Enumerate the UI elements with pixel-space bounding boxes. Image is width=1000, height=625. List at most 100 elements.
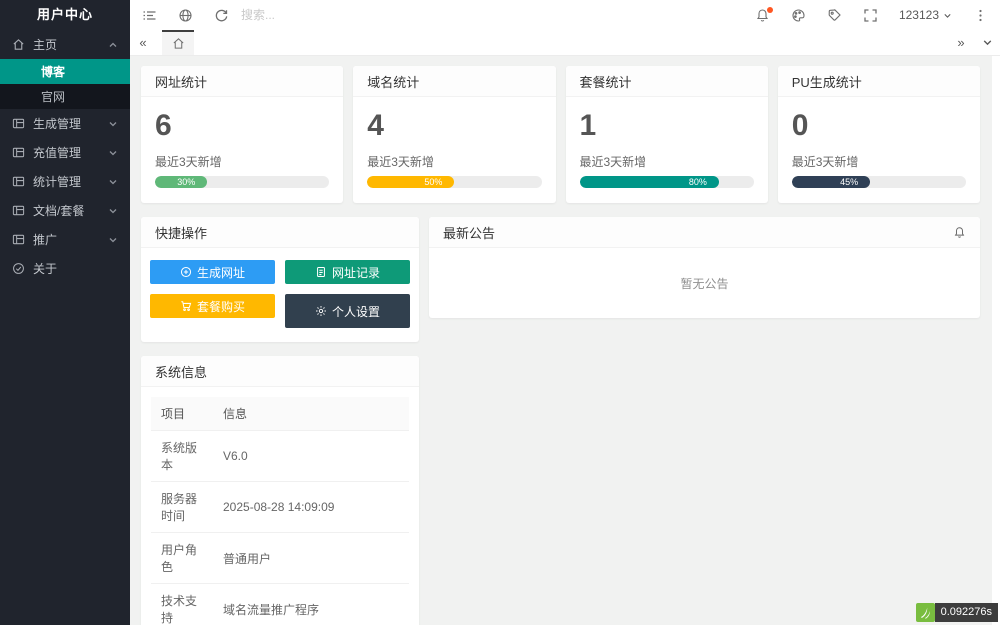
- sidebar-item-label: 关于: [33, 260, 118, 277]
- card-title: 网址统计: [155, 72, 329, 91]
- sidebar-item-label: 推广: [33, 231, 108, 248]
- stat-value: 4: [367, 109, 541, 143]
- home-icon: [172, 37, 185, 50]
- plus-circle-icon: [180, 266, 192, 278]
- progress-bar: 30%: [155, 176, 329, 188]
- tabs-scroll-right-icon[interactable]: »: [948, 35, 974, 50]
- sidebar-menu: 主页 博客 官网 生成管理: [0, 30, 130, 625]
- layout-icon: [12, 175, 25, 188]
- stat-subtitle: 最近3天新增: [580, 153, 754, 170]
- sidebar-item-docs-packages[interactable]: 文档/套餐: [0, 196, 130, 225]
- progress-fill: 30%: [155, 176, 207, 188]
- tabbar-right-controls: »: [948, 30, 1000, 55]
- announcement-empty-text: 暂无公告: [429, 248, 980, 318]
- username: 123123: [899, 8, 939, 22]
- search-input[interactable]: [241, 8, 351, 22]
- notification-dot: [767, 7, 773, 13]
- thinkphp-logo-icon[interactable]: [916, 603, 935, 622]
- sidebar-item-home[interactable]: 主页: [0, 30, 130, 59]
- chevron-down-icon: [108, 119, 118, 129]
- layout-icon: [12, 146, 25, 159]
- tabs-menu-icon[interactable]: [974, 37, 1000, 48]
- submenu-item-label: 官网: [41, 88, 65, 105]
- bell-icon[interactable]: [953, 226, 966, 239]
- tab-home[interactable]: [162, 30, 194, 55]
- palette-icon[interactable]: [791, 8, 806, 23]
- sidebar-subitem-official-site[interactable]: 官网: [0, 84, 130, 109]
- stat-value: 1: [580, 109, 754, 143]
- menu-toggle-icon[interactable]: [142, 8, 157, 23]
- layout-icon: [12, 233, 25, 246]
- globe-icon[interactable]: [178, 8, 193, 23]
- chevron-down-icon: [108, 206, 118, 216]
- stat-subtitle: 最近3天新增: [155, 153, 329, 170]
- column-header: 信息: [213, 397, 409, 431]
- stat-card-url: 网址统计 6 最近3天新增 30%: [141, 66, 343, 203]
- third-row: 系统信息 项目 信息 系统版本: [141, 356, 980, 625]
- main-area: 123123 « »: [130, 0, 1000, 625]
- home-icon: [12, 38, 25, 51]
- home-submenu: 博客 官网: [0, 59, 130, 109]
- stat-value: 0: [792, 109, 966, 143]
- announcement-card: 最新公告 暂无公告: [429, 217, 980, 318]
- layout-icon: [12, 204, 25, 217]
- sidebar-item-stats-mgmt[interactable]: 统计管理: [0, 167, 130, 196]
- chevron-down-icon: [108, 235, 118, 245]
- column-header: 项目: [151, 397, 213, 431]
- progress-fill: 45%: [792, 176, 870, 188]
- bell-icon[interactable]: [755, 8, 770, 23]
- sidebar-item-label: 充值管理: [33, 144, 108, 161]
- document-icon: [315, 266, 327, 278]
- stat-card-domain: 域名统计 4 最近3天新增 50%: [353, 66, 555, 203]
- app-title: 用户中心: [0, 0, 130, 30]
- card-title: 域名统计: [367, 72, 541, 91]
- personal-settings-button[interactable]: 个人设置: [285, 294, 410, 328]
- more-vert-icon[interactable]: [973, 8, 988, 23]
- sidebar-item-label: 主页: [33, 36, 108, 53]
- tabs-scroll-left-icon[interactable]: «: [130, 30, 156, 55]
- buy-package-button[interactable]: 套餐购买: [150, 294, 275, 318]
- table-row: 用户角色 普通用户: [151, 533, 409, 584]
- app-window: 用户中心 主页 博客 官网: [0, 0, 1000, 625]
- stat-card-pu-generation: PU生成统计 0 最近3天新增 45%: [778, 66, 980, 203]
- progress-fill: 80%: [580, 176, 719, 188]
- refresh-icon[interactable]: [214, 8, 229, 23]
- sidebar-item-label: 统计管理: [33, 173, 108, 190]
- sidebar-item-label: 文档/套餐: [33, 202, 108, 219]
- card-title: 套餐统计: [580, 72, 754, 91]
- stats-row: 网址统计 6 最近3天新增 30% 域名统计 4 最近3天新增: [141, 66, 980, 203]
- system-info-table: 项目 信息 系统版本 V6.0 服务器时间: [151, 397, 409, 625]
- stat-card-package: 套餐统计 1 最近3天新增 80%: [566, 66, 768, 203]
- user-menu[interactable]: 123123: [899, 8, 952, 22]
- table-header-row: 项目 信息: [151, 397, 409, 431]
- cart-icon: [180, 300, 192, 312]
- tag-icon[interactable]: [827, 8, 842, 23]
- sidebar-item-promotion[interactable]: 推广: [0, 225, 130, 254]
- progress-bar: 45%: [792, 176, 966, 188]
- progress-bar: 80%: [580, 176, 754, 188]
- url-records-button[interactable]: 网址记录: [285, 260, 410, 284]
- sidebar-subitem-blog[interactable]: 博客: [0, 59, 130, 84]
- stat-subtitle: 最近3天新增: [792, 153, 966, 170]
- generate-url-button[interactable]: 生成网址: [150, 260, 275, 284]
- stat-value: 6: [155, 109, 329, 143]
- gear-icon: [315, 305, 327, 317]
- submenu-item-label: 博客: [41, 63, 65, 80]
- card-title: 最新公告: [443, 223, 953, 242]
- sidebar-item-label: 生成管理: [33, 115, 108, 132]
- sidebar-item-recharge-mgmt[interactable]: 充值管理: [0, 138, 130, 167]
- quick-actions-card: 快捷操作 生成网址 网址记录 套餐购买: [141, 217, 419, 342]
- card-title: 系统信息: [155, 362, 405, 381]
- stat-subtitle: 最近3天新增: [367, 153, 541, 170]
- trace-widget: 0.092276s: [916, 603, 998, 622]
- scrollbar-track[interactable]: [992, 56, 1000, 625]
- sidebar-item-about[interactable]: 关于: [0, 254, 130, 283]
- table-row: 技术支持 域名流量推广程序: [151, 584, 409, 625]
- progress-bar: 50%: [367, 176, 541, 188]
- tab-bar: « »: [130, 30, 1000, 56]
- sidebar-item-generate-mgmt[interactable]: 生成管理: [0, 109, 130, 138]
- fullscreen-icon[interactable]: [863, 8, 878, 23]
- chevron-down-icon: [108, 148, 118, 158]
- toolbar-right-group: 123123: [755, 8, 988, 23]
- top-toolbar: 123123: [130, 0, 1000, 30]
